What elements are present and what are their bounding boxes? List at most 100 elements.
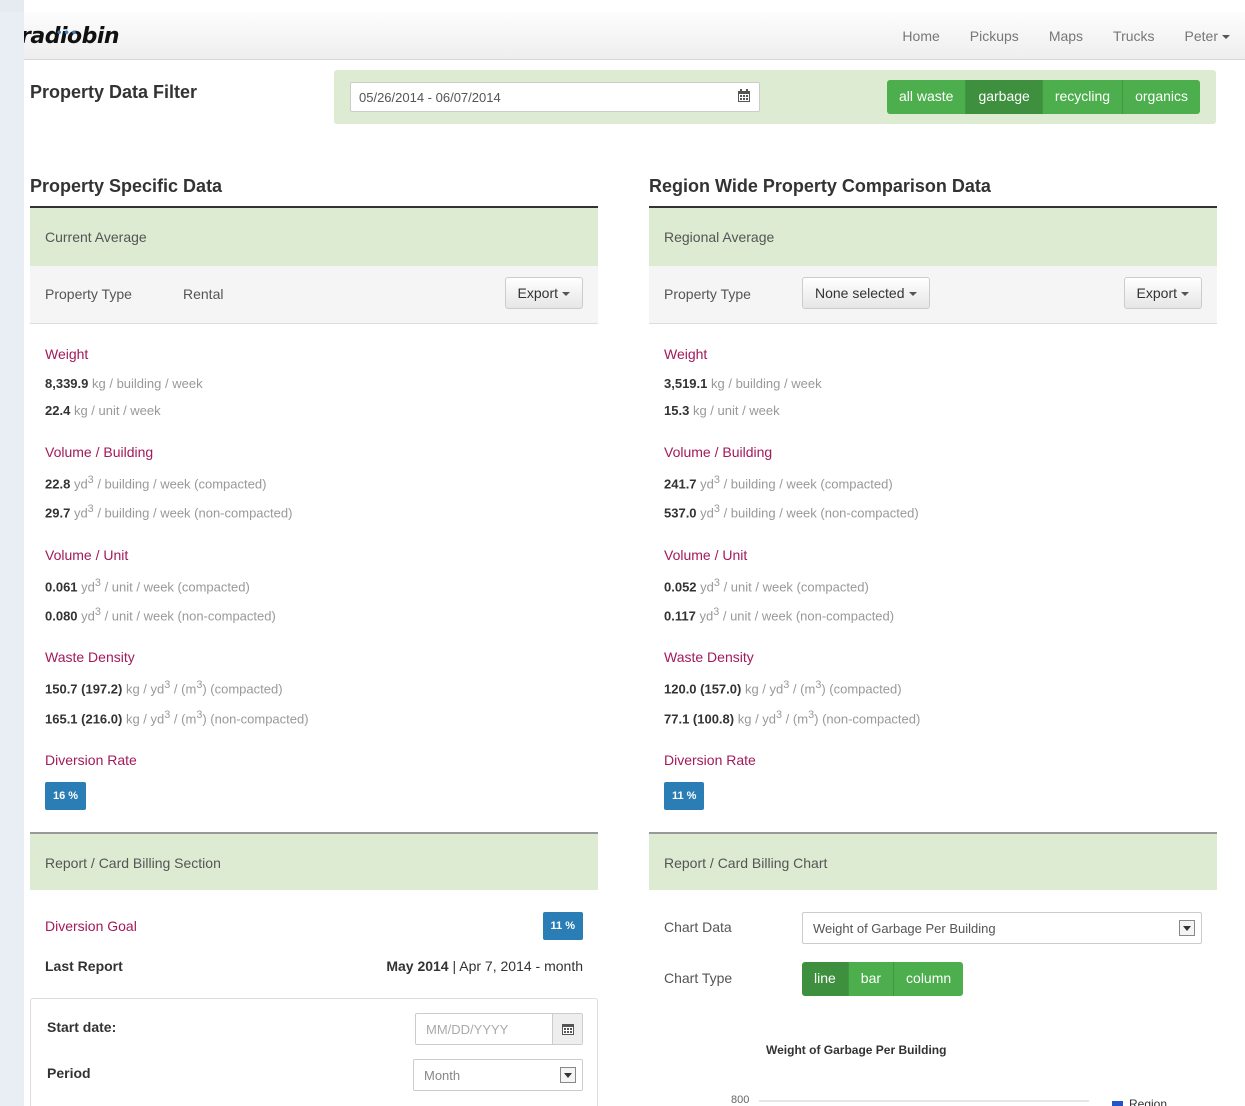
chart-type-group: line bar column (802, 962, 964, 996)
volume-value: 22.8 (45, 476, 71, 492)
unit-yd: yd (81, 608, 95, 624)
weight-building-value: 8,339.9 (45, 376, 89, 391)
unit-kg-yd: kg / yd (744, 681, 784, 697)
weight-title: Weight (664, 346, 708, 362)
volume-rest: / building / week (non-compacted) (97, 505, 293, 521)
region-export-button[interactable]: Export (1123, 277, 1202, 309)
waste-all-button[interactable]: all waste (886, 80, 967, 114)
volume-building-noncompacted: 29.7 yd3 / building / week (non-compacte… (45, 503, 293, 521)
volume-building-noncompacted: 537.0 yd3 / building / week (non-compact… (664, 503, 919, 521)
volume-unit-noncompacted: 0.080 yd3 / unit / week (non-compacted) (45, 605, 276, 624)
export-button[interactable]: Export (504, 277, 583, 309)
billing-form: Start date: MM/DD/YYYY Period Month (30, 998, 598, 1106)
volume-value: 0.117 (664, 608, 696, 624)
start-date-label: Start date: (47, 1019, 117, 1035)
property-stats: Weight 8,339.9 kg / building / week 22.4… (30, 324, 598, 832)
period-label: Period (47, 1065, 91, 1081)
period-select[interactable]: Month (413, 1059, 583, 1091)
weight-title: Weight (45, 346, 89, 362)
chart-type-bar-button[interactable]: bar (848, 962, 895, 996)
volume-building-title: Volume / Building (45, 444, 154, 460)
y-tick-label: 800 (731, 1094, 750, 1106)
weight-building-value: 3,519.1 (664, 376, 708, 391)
nav-user-menu[interactable]: Peter (1170, 28, 1245, 44)
density-title: Waste Density (664, 649, 754, 666)
volume-value: 29.7 (45, 505, 71, 521)
nav-maps[interactable]: Maps (1034, 28, 1098, 44)
start-date-placeholder: MM/DD/YYYY (426, 1022, 509, 1037)
volume-rest: / building / week (compacted) (97, 476, 267, 492)
chart-type-label: Chart Type (664, 970, 733, 986)
volume-unit-compacted: 0.052 yd3 / unit / week (compacted) (664, 576, 869, 594)
chart-type-line-button[interactable]: line (802, 962, 849, 996)
region-column: Region Wide Property Comparison Data Reg… (649, 170, 1217, 1106)
unit-yd: yd (700, 578, 714, 594)
unit-yd: yd (73, 505, 88, 521)
property-type-dropdown[interactable]: None selected (802, 277, 930, 309)
density-title: Waste Density (45, 649, 135, 666)
dropdown-arrow-icon (560, 1067, 576, 1083)
main-nav: Home Pickups Maps Trucks Peter (887, 12, 1245, 60)
volume-value: 0.052 (664, 578, 697, 594)
volume-rest: / building / week (non-compacted) (723, 505, 919, 521)
calendar-icon[interactable] (552, 1014, 582, 1044)
current-average-band: Current Average (30, 208, 598, 266)
filter-title: Property Data Filter (30, 82, 198, 102)
calendar-icon[interactable] (737, 89, 751, 106)
unit-yd: yd (700, 505, 714, 521)
diversion-goal-label: Diversion Goal (45, 918, 137, 934)
unit-yd: yd (700, 476, 714, 492)
density-rest: (non-compacted) (210, 710, 309, 726)
unit-yd: yd (81, 578, 95, 594)
nav-trucks[interactable]: Trucks (1098, 28, 1169, 44)
legend-label: Region Wide (1129, 1097, 1168, 1106)
date-range-input[interactable]: 05/26/2014 - 06/07/2014 (350, 82, 760, 112)
weight-unit-unit: kg / unit / week (692, 403, 780, 418)
caret-down-icon (908, 292, 917, 297)
nav-pickups[interactable]: Pickups (955, 28, 1034, 44)
region-stats: Weight 3,519.1 kg / building / week 15.3… (649, 324, 1217, 832)
legend-swatch (1112, 1101, 1123, 1106)
weight-unit-unit: kg / unit / week (73, 403, 161, 418)
waste-recycling-button[interactable]: recycling (1042, 80, 1124, 114)
volume-value: 241.7 (664, 476, 697, 492)
caret-down-icon (1181, 292, 1189, 297)
density-noncompacted: 77.1 (100.8) kg / yd3 / (m3) (non-compac… (664, 708, 921, 726)
waste-garbage-button[interactable]: garbage (966, 80, 1043, 114)
density-value: 165.1 (216.0) (45, 710, 123, 726)
region-title: Region Wide Property Comparison Data (649, 170, 1217, 208)
last-report-rest: | Apr 7, 2014 - month (448, 958, 583, 974)
billing-band: Report / Card Billing Section (30, 832, 598, 890)
logo-dots: ••• (56, 28, 79, 39)
period-value: Month (424, 1068, 461, 1083)
property-title: Property Specific Data (30, 170, 598, 208)
brand-logo[interactable]: ••• radiobin (24, 24, 120, 49)
nav-home[interactable]: Home (887, 28, 954, 44)
user-name: Peter (1184, 28, 1218, 44)
start-date-input[interactable]: MM/DD/YYYY (415, 1013, 583, 1045)
export-label: Export (1136, 285, 1177, 301)
density-noncompacted: 165.1 (216.0) kg / yd3 / (m3) (non-compa… (45, 708, 309, 726)
diversion-badge: 11 % (664, 781, 705, 810)
chart-title: Weight of Garbage Per Building (766, 1043, 947, 1057)
chart-type-column-button[interactable]: column (894, 962, 964, 996)
page: ••• radiobin Home Pickups Maps Trucks Pe… (24, 0, 1245, 1106)
unit-kg-yd: kg / yd (125, 681, 165, 697)
density-compacted: 120.0 (157.0) kg / yd3 / (m3) (compacted… (664, 679, 902, 697)
navbar: ••• radiobin Home Pickups Maps Trucks Pe… (24, 12, 1245, 60)
weight-building-unit: kg / building / week (711, 376, 822, 391)
volume-rest: / unit / week (non-compacted) (104, 608, 276, 624)
property-type-dropdown-label: None selected (815, 285, 905, 301)
volume-building-compacted: 241.7 yd3 / building / week (compacted) (664, 474, 893, 492)
waste-organics-button[interactable]: organics (1123, 80, 1200, 114)
unit-yd: yd (73, 476, 88, 492)
chart-data-select[interactable]: Weight of Garbage Per Building (802, 912, 1202, 944)
chart-section: Chart Data Weight of Garbage Per Buildin… (649, 890, 1217, 1106)
weight-unit: 15.3 kg / unit / week (664, 403, 1202, 418)
unit-kg-yd: kg / yd (125, 710, 165, 726)
chart-plot (759, 1100, 1089, 1102)
region-property-type-row: Property Type None selected Export (649, 266, 1217, 324)
density-value: 120.0 (157.0) (664, 681, 742, 697)
filter-well: 05/26/2014 - 06/07/2014 all waste garbag… (334, 70, 1216, 124)
export-label: Export (517, 285, 558, 301)
